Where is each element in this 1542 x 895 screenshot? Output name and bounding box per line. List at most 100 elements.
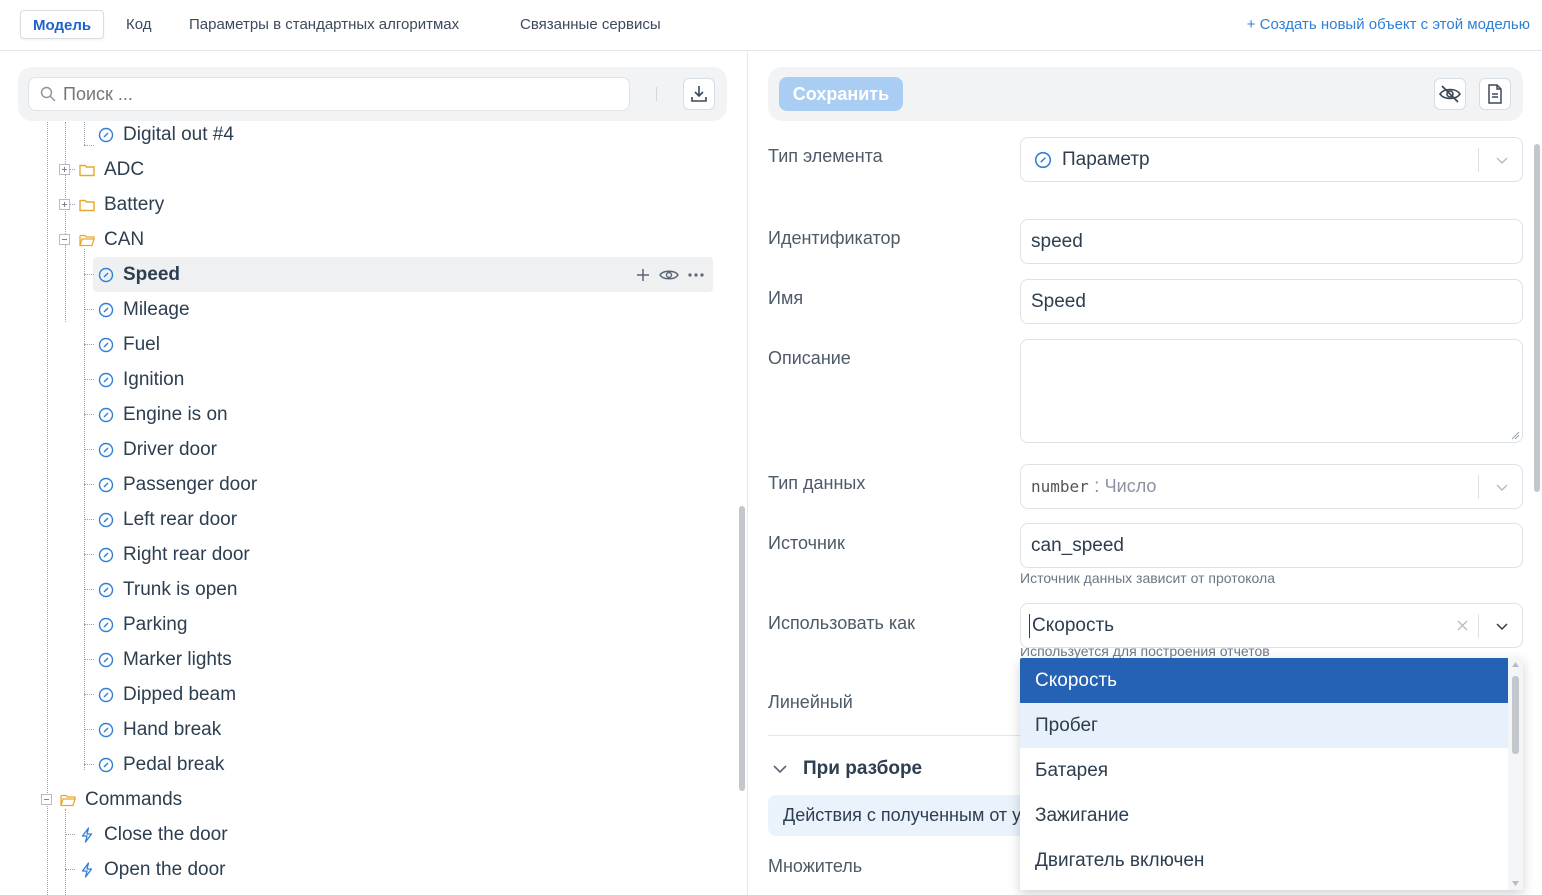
dropdown-scrollbar-thumb[interactable] (1512, 676, 1519, 754)
select-separator (1478, 614, 1479, 638)
tree-item-driver-door[interactable]: Driver door (18, 432, 718, 467)
clear-icon[interactable] (1457, 620, 1468, 631)
tree-item-close-the-door[interactable]: Close the door (18, 817, 718, 852)
data-type-select[interactable]: number : Число (1020, 464, 1523, 509)
element-type-select[interactable]: Параметр (1020, 137, 1523, 182)
parameter-icon (98, 582, 114, 598)
option-speed[interactable]: Скорость (1020, 658, 1508, 703)
info-box: Действия с полученным от устройства знач… (768, 795, 1020, 836)
tree-item-dipped-beam[interactable]: Dipped beam (18, 677, 718, 712)
tree-item-engine-is-on[interactable]: Engine is on (18, 397, 718, 432)
option-ignition[interactable]: Зажигание (1020, 793, 1508, 838)
name-label: Имя (768, 288, 804, 308)
tree-folder-battery[interactable]: Battery (18, 187, 718, 222)
tree-item-speed[interactable]: Speed (18, 257, 618, 292)
chevron-down-icon[interactable] (1496, 154, 1508, 166)
parameter-icon (98, 442, 114, 458)
tree-item-right-rear-door[interactable]: Right rear door (18, 537, 718, 572)
collapse-toggle[interactable] (59, 234, 70, 245)
plus-icon[interactable] (635, 267, 651, 283)
row-actions (635, 265, 705, 285)
tree-item-parking[interactable]: Parking (18, 607, 718, 642)
folder-icon (79, 164, 95, 177)
tab-standard-params[interactable]: Параметры в стандартных алгоритмах (177, 10, 471, 39)
tree-panel: Digital out #4 ADC Battery CAN Speed Mil (18, 67, 727, 895)
tree-item-marker-lights[interactable]: Marker lights (18, 642, 718, 677)
collapse-toggle[interactable] (41, 794, 52, 805)
tree-item-open-the-door[interactable]: Open the door (18, 852, 718, 887)
identifier-label: Идентификатор (768, 228, 901, 248)
tree-item-trunk-is-open[interactable]: Trunk is open (18, 572, 718, 607)
tree-item-passenger-door[interactable]: Passenger door (18, 467, 718, 502)
select-separator (1478, 475, 1479, 499)
editor-scrollbar[interactable] (1533, 122, 1541, 895)
parameter-icon (98, 547, 114, 563)
create-object-link[interactable]: + Создать новый объект с этой моделью (1247, 16, 1530, 33)
editor-toolbar: Сохранить (768, 67, 1523, 121)
editor-scrollbar-thumb[interactable] (1534, 144, 1540, 492)
expand-toggle[interactable] (59, 164, 70, 175)
source-input[interactable]: can_speed (1020, 523, 1523, 568)
parameter-icon (98, 302, 114, 318)
name-input[interactable]: Speed (1020, 279, 1523, 324)
tree-item-hand-break[interactable]: Hand break (18, 712, 718, 747)
panel-divider (747, 51, 748, 895)
tree-item-digital-out-4[interactable]: Digital out #4 (18, 117, 718, 152)
tree-item-left-rear-door[interactable]: Left rear door (18, 502, 718, 537)
chevron-down-icon[interactable] (1496, 620, 1508, 632)
tree-folder-adc[interactable]: ADC (18, 152, 718, 187)
parsing-section-title[interactable]: При разборе (803, 758, 922, 780)
linear-label: Линейный (768, 692, 853, 712)
description-label: Описание (768, 348, 851, 368)
tab-model[interactable]: Модель (20, 10, 105, 39)
parameter-icon (98, 722, 114, 738)
tree-scrollbar-thumb[interactable] (739, 506, 745, 791)
tree-item-mileage[interactable]: Mileage (18, 292, 718, 327)
multiplier-label: Множитель (768, 856, 863, 876)
search-input[interactable] (28, 77, 630, 111)
tree-item-pedal-break[interactable]: Pedal break (18, 747, 718, 782)
option-battery[interactable]: Батарея (1020, 748, 1508, 793)
save-button[interactable]: Сохранить (779, 77, 903, 111)
source-label: Источник (768, 533, 845, 553)
tree-item-ignition[interactable]: Ignition (18, 362, 718, 397)
download-button[interactable] (683, 78, 715, 110)
chevron-down-icon[interactable] (772, 763, 788, 775)
section-divider (768, 735, 1020, 736)
more-icon[interactable] (687, 267, 705, 283)
hide-button[interactable] (1434, 78, 1466, 110)
dropdown-scrollbar[interactable] (1508, 658, 1523, 890)
tab-linked-services[interactable]: Связанные сервисы (508, 10, 673, 39)
resize-handle-icon[interactable] (1511, 431, 1520, 440)
parameter-icon (98, 267, 114, 283)
element-type-label: Тип элемента (768, 146, 883, 166)
data-type-label: Тип данных (768, 473, 866, 493)
document-button[interactable] (1479, 78, 1511, 110)
use-as-dropdown: Скорость Пробег Батарея Зажигание Двигат… (1020, 658, 1523, 890)
folder-open-icon (60, 794, 76, 807)
lightning-icon (81, 862, 93, 878)
option-mileage[interactable]: Пробег (1020, 703, 1508, 748)
tab-code[interactable]: Код (114, 10, 164, 39)
description-textarea[interactable] (1020, 339, 1523, 443)
scroll-up-icon[interactable] (1511, 661, 1520, 668)
tree-scrollbar[interactable] (738, 122, 746, 895)
option-engine-on[interactable]: Двигатель включен (1020, 838, 1508, 883)
scroll-down-icon[interactable] (1511, 880, 1520, 887)
expand-toggle[interactable] (59, 199, 70, 210)
use-as-select[interactable]: Скорость (1020, 603, 1523, 648)
eye-icon[interactable] (659, 267, 679, 283)
select-separator (1478, 148, 1479, 172)
tree-folder-commands[interactable]: Commands (18, 782, 718, 817)
identifier-input[interactable]: speed (1020, 219, 1523, 264)
parameter-icon (98, 337, 114, 353)
tree-item-fuel[interactable]: Fuel (18, 327, 718, 362)
toolbar-separator (656, 87, 657, 101)
tree-folder-can[interactable]: CAN (18, 222, 718, 257)
parameter-icon (98, 127, 114, 143)
parameter-icon (98, 512, 114, 528)
parameter-icon (98, 687, 114, 703)
folder-open-icon (79, 234, 95, 247)
top-tab-bar: Модель Код Параметры в стандартных алгор… (0, 0, 1542, 51)
chevron-down-icon[interactable] (1496, 481, 1508, 493)
